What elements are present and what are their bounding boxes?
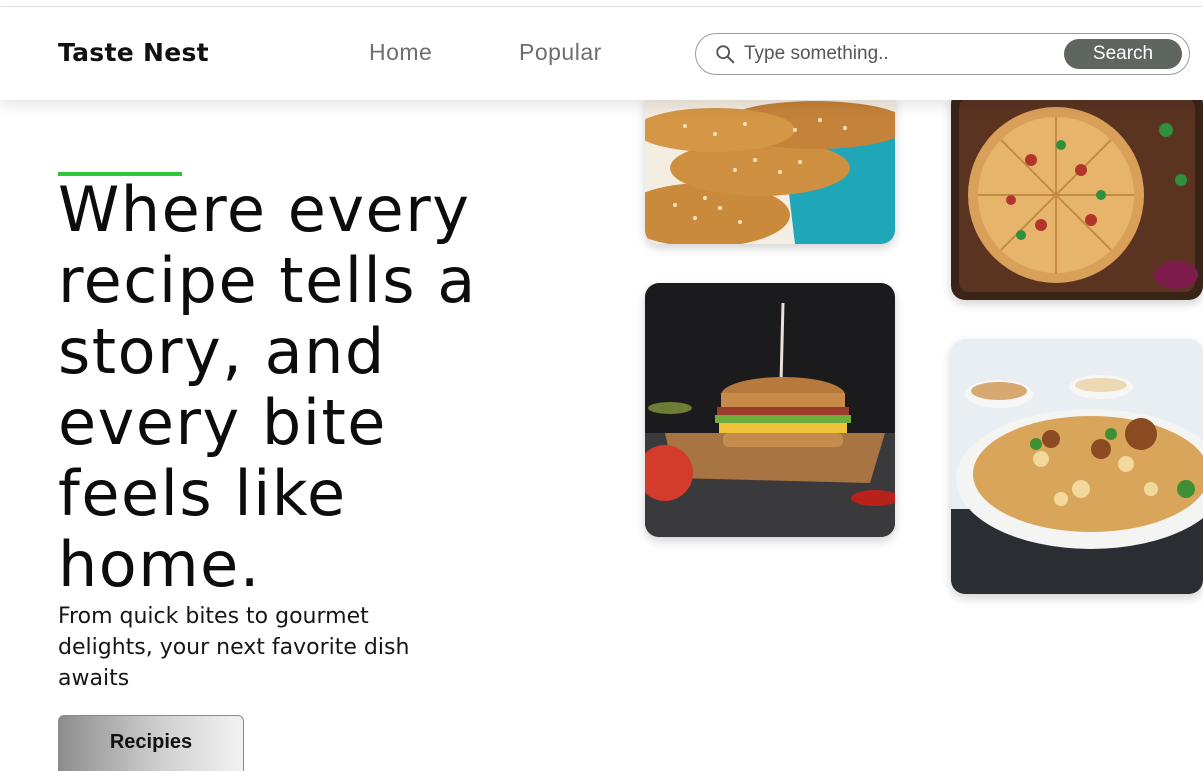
brand-logo[interactable]: Taste Nest bbox=[58, 38, 209, 67]
burger-image[interactable] bbox=[645, 283, 895, 537]
sesame-bread-illustration bbox=[645, 90, 895, 244]
headline-line: Where every bbox=[58, 173, 471, 246]
biryani-image[interactable] bbox=[951, 339, 1203, 594]
headline-line: every bite bbox=[58, 386, 387, 459]
navbar: Taste Nest Home Popular Search bbox=[0, 8, 1203, 100]
search-button[interactable]: Search bbox=[1064, 39, 1182, 69]
search-bar: Search bbox=[695, 33, 1190, 75]
search-input[interactable] bbox=[744, 40, 1044, 68]
sesame-bread-image[interactable] bbox=[645, 90, 895, 244]
hero-headline: Where every recipe tells a story, and ev… bbox=[58, 174, 638, 600]
burger-illustration bbox=[645, 283, 895, 537]
headline-line: feels like bbox=[58, 457, 347, 530]
nav-link-popular[interactable]: Popular bbox=[519, 39, 602, 66]
subtitle-line: awaits bbox=[58, 666, 130, 691]
biryani-illustration bbox=[951, 339, 1203, 594]
recipes-button[interactable]: Recipies bbox=[58, 715, 244, 771]
subtitle-line: From quick bites to gourmet bbox=[58, 604, 369, 629]
subtitle-line: delights, your next favorite dish bbox=[58, 635, 410, 660]
top-divider bbox=[0, 6, 1203, 7]
search-icon bbox=[716, 45, 735, 64]
pizza-image[interactable] bbox=[951, 90, 1203, 300]
headline-line: story, and bbox=[58, 315, 386, 388]
headline-line: recipe tells a bbox=[58, 244, 477, 317]
pizza-illustration bbox=[951, 90, 1203, 300]
hero-subtitle: From quick bites to gourmet delights, yo… bbox=[58, 601, 558, 694]
nav-link-home[interactable]: Home bbox=[369, 39, 432, 66]
headline-line: home. bbox=[58, 528, 261, 601]
